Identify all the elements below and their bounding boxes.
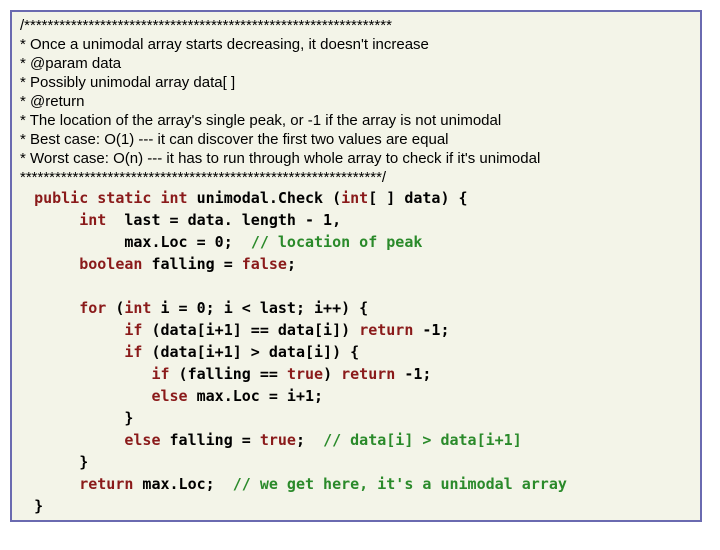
doc-line: * Worst case: O(n) --- it has to run thr… (20, 149, 696, 168)
brace-close: } (79, 453, 88, 471)
semicolon: ; (296, 431, 323, 449)
kw-int: int (161, 189, 188, 207)
decl-maxloc: max.Loc = 0; (124, 233, 250, 251)
kw-static: static (97, 189, 151, 207)
if-gt: (data[i+1] > data[i]) { (142, 343, 359, 361)
kw-int: int (79, 211, 106, 229)
kw-for: for (79, 299, 106, 317)
return-neg1: -1; (395, 365, 431, 383)
doc-line: * Best case: O(1) --- it can discover th… (20, 130, 696, 149)
return-neg1: -1; (413, 321, 449, 339)
kw-if: if (124, 321, 142, 339)
if-falling-tail: ) (323, 365, 341, 383)
decl-last: last = data. length - 1, (106, 211, 341, 229)
kw-if: if (124, 343, 142, 361)
code-block: public static int unimodal.Check (int[ ]… (16, 187, 696, 517)
for-open: ( (106, 299, 124, 317)
doc-line: * @param data (20, 54, 696, 73)
doc-border-bottom: ****************************************… (20, 168, 696, 187)
kw-return: return (79, 475, 133, 493)
method-name: unimodal.Check ( (188, 189, 342, 207)
brace-close: } (34, 497, 43, 515)
else-maxloc: max.Loc = i+1; (188, 387, 323, 405)
if-falling: (falling == (170, 365, 287, 383)
kw-else: else (124, 431, 160, 449)
return-maxloc: max.Loc; (133, 475, 232, 493)
doc-line: * Possibly unimodal array data[ ] (20, 73, 696, 92)
if-eq: (data[i+1] == data[i]) (142, 321, 359, 339)
doc-line: * Once a unimodal array starts decreasin… (20, 35, 696, 54)
kw-return: return (341, 365, 395, 383)
semicolon: ; (287, 255, 296, 273)
else-falling: falling = (161, 431, 260, 449)
comment-else: // data[i] > data[i+1] (323, 431, 522, 449)
brace-close: } (124, 409, 133, 427)
kw-return: return (359, 321, 413, 339)
doc-line: * The location of the array's single pea… (20, 111, 696, 130)
kw-int: int (341, 189, 368, 207)
code-container: /***************************************… (10, 10, 702, 522)
comment-return: // we get here, it's a unimodal array (233, 475, 567, 493)
kw-true: true (260, 431, 296, 449)
kw-public: public (34, 189, 88, 207)
method-sig-tail: [ ] data) { (368, 189, 467, 207)
kw-true: true (287, 365, 323, 383)
doc-border-top: /***************************************… (20, 16, 696, 35)
kw-false: false (242, 255, 287, 273)
kw-boolean: boolean (79, 255, 142, 273)
kw-else: else (151, 387, 187, 405)
decl-falling: falling = (142, 255, 241, 273)
for-header: i = 0; i < last; i++) { (151, 299, 368, 317)
kw-if: if (151, 365, 169, 383)
comment-peak: // location of peak (251, 233, 423, 251)
doc-line: * @return (20, 92, 696, 111)
kw-int: int (124, 299, 151, 317)
javadoc-block: /***************************************… (16, 16, 696, 187)
